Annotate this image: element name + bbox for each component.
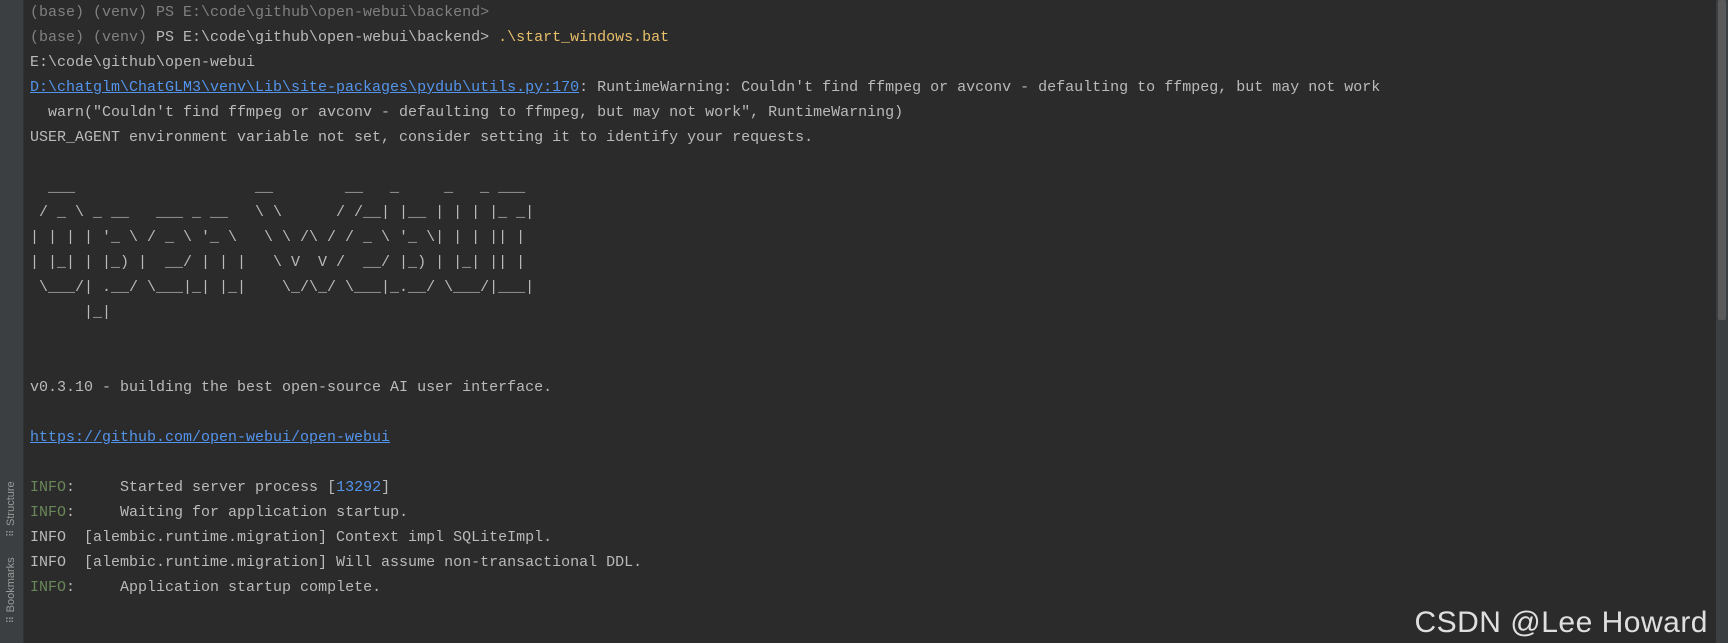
output-line: warn("Couldn't find ffmpeg or avconv - d…	[30, 104, 903, 121]
vertical-scrollbar[interactable]	[1716, 0, 1728, 643]
ide-sidebar: ⠿ Structure ⠿ Bookmarks	[0, 0, 24, 643]
scrollbar-thumb[interactable]	[1718, 0, 1726, 320]
output-line: E:\code\github\open-webui	[30, 54, 255, 71]
ascii-art-line: ___ __ __ _ _ _ ___	[30, 179, 525, 196]
warning-source-link[interactable]: D:\chatglm\ChatGLM3\venv\Lib\site-packag…	[30, 79, 579, 96]
ascii-art-line: | |_| | |_) | __/ | | | \ V V / __/ |_) …	[30, 254, 525, 271]
log-text: Waiting for application startup.	[120, 504, 408, 521]
bookmarks-icon: ⠿	[0, 616, 24, 623]
log-text: Application startup complete.	[120, 579, 381, 596]
log-level: INFO	[30, 479, 66, 496]
structure-icon: ⠿	[0, 529, 24, 536]
ascii-art-line: | | | | '_ \ / _ \ '_ \ \ \ /\ / / _ \ '…	[30, 229, 525, 246]
log-sep: :	[66, 579, 120, 596]
prompt-prefix: (base) (venv)	[30, 29, 156, 46]
log-level: INFO	[30, 579, 66, 596]
log-text: ]	[381, 479, 390, 496]
prompt-path: PS E:\code\github\open-webui\backend>	[156, 29, 498, 46]
prev-prompt-line: (base) (venv) PS E:\code\github\open-web…	[30, 4, 489, 21]
terminal-panel[interactable]: (base) (venv) PS E:\code\github\open-web…	[24, 0, 1728, 643]
ascii-art-line: |_|	[30, 304, 111, 321]
log-sep: :	[66, 504, 120, 521]
repo-link[interactable]: https://github.com/open-webui/open-webui	[30, 429, 390, 446]
warning-text: : RuntimeWarning: Couldn't find ffmpeg o…	[579, 79, 1380, 96]
sidebar-tab-bookmarks[interactable]: ⠿ Bookmarks	[0, 551, 26, 629]
output-line: INFO [alembic.runtime.migration] Will as…	[30, 554, 642, 571]
command-text: .\start_windows.bat	[498, 29, 669, 46]
sidebar-tab-label: Structure	[0, 481, 24, 526]
sidebar-tab-label: Bookmarks	[0, 557, 24, 612]
output-line: INFO [alembic.runtime.migration] Context…	[30, 529, 552, 546]
version-line: v0.3.10 - building the best open-source …	[30, 379, 552, 396]
terminal-output[interactable]: (base) (venv) PS E:\code\github\open-web…	[30, 0, 1722, 600]
log-sep: :	[66, 479, 120, 496]
log-level: INFO	[30, 504, 66, 521]
process-id: 13292	[336, 479, 381, 496]
output-line: USER_AGENT environment variable not set,…	[30, 129, 813, 146]
ascii-art-line: / _ \ _ __ ___ _ __ \ \ / /__| |__ | | |…	[30, 204, 534, 221]
sidebar-tab-structure[interactable]: ⠿ Structure	[0, 475, 26, 543]
log-text: Started server process [	[120, 479, 336, 496]
ascii-art-line: \___/| .__/ \___|_| |_| \_/\_/ \___|_.__…	[30, 279, 534, 296]
watermark-text: CSDN @Lee Howard	[1414, 610, 1708, 635]
